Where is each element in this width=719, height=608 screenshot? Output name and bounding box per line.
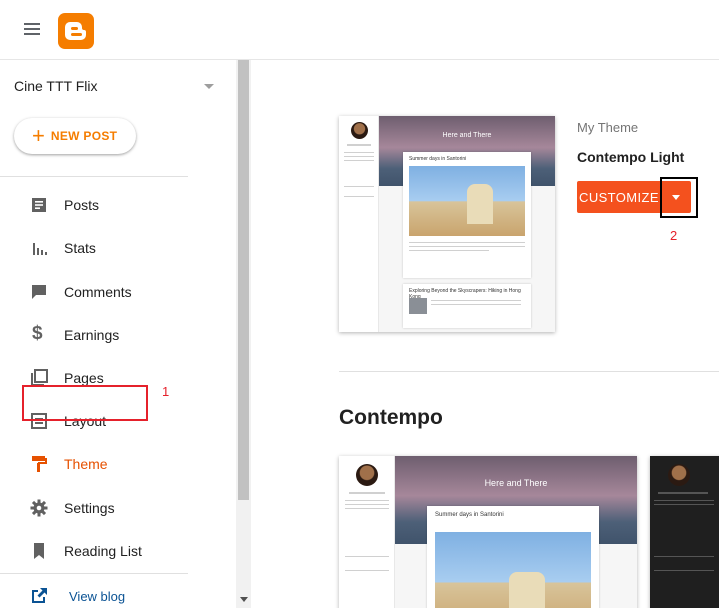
annotation-step-2: 2 [670,228,678,243]
theme-thumbnail-contempo-dark[interactable] [650,456,719,608]
preview-photo [435,532,591,608]
avatar [668,464,690,486]
sidebar-divider [0,176,188,177]
stats-icon [33,243,47,255]
blog-name: Cine TTT Flix [14,78,98,94]
annotation-box-dropdown [660,177,698,218]
preview-sidebar [339,116,379,332]
annotation-box-theme [22,385,148,421]
sidebar-item-stats[interactable]: Stats [0,230,230,266]
preview-post-card: Summer days in Santorini [403,152,531,278]
sidebar-scrollbar[interactable] [236,60,251,608]
external-link-icon [32,588,47,603]
plus-icon: + [32,123,45,148]
blog-selector[interactable]: Cine TTT Flix [14,78,214,98]
caret-down-icon [204,84,214,89]
blogger-logo-icon[interactable] [58,13,94,49]
scrollbar-thumb[interactable] [238,60,249,500]
paint-roller-icon [32,456,47,472]
preview-header-title: Here and There [442,132,492,139]
sidebar-item-label: Theme [64,456,108,472]
sidebar-item-label: Stats [64,240,96,256]
sidebar-divider [0,573,188,574]
posts-icon [32,198,46,212]
view-blog-link[interactable]: View blog [0,578,230,608]
scroll-down-arrow-icon[interactable] [240,597,248,602]
blogger-app: Cine TTT Flix + NEW POST Posts Stats Com… [0,0,719,608]
preview-post-card-2: Exploring Beyond the Skyscrapers: Hiking… [403,284,531,328]
new-post-label: NEW POST [50,129,118,143]
avatar [351,122,368,139]
sidebar-item-theme[interactable]: Theme [0,446,230,482]
customize-button[interactable]: CUSTOMIZE [577,181,661,213]
sidebar: Cine TTT Flix + NEW POST Posts Stats Com… [0,60,236,608]
new-post-button[interactable]: + NEW POST [14,118,136,154]
preview-photo [409,166,525,236]
current-theme-name: Contempo Light [577,149,685,165]
preview-post-title-2: Exploring Beyond the Skyscrapers: Hiking… [409,288,521,300]
preview-sidebar [339,456,395,608]
current-theme-preview[interactable]: Here and There Summer days in Santorini … [339,116,555,332]
sidebar-item-label: Earnings [64,327,120,343]
my-theme-label: My Theme [577,120,639,135]
sidebar-item-label: Settings [64,500,115,516]
dollar-icon: $ [32,323,43,344]
sidebar-item-earnings[interactable]: $ Earnings [0,317,230,353]
hamburger-menu-icon[interactable] [22,19,44,41]
sidebar-item-reading-list[interactable]: Reading List [0,533,230,569]
sidebar-item-comments[interactable]: Comments [0,274,230,310]
section-divider [339,371,719,372]
comments-icon [32,285,46,299]
sidebar-item-label: Reading List [64,543,142,559]
preview-post-card: Summer days in Santorini [427,506,599,608]
preview-header-title: Here and There [484,478,548,488]
avatar [356,464,378,486]
annotation-step-1: 1 [162,384,170,399]
sidebar-item-label: Pages [64,370,104,386]
preview-post-title: Summer days in Santorini [435,512,504,518]
top-bar [0,0,719,60]
view-blog-label: View blog [69,589,126,604]
theme-thumbnail-contempo[interactable]: Here and There Summer days in Santorini [339,456,637,608]
bookmark-icon [34,543,44,559]
section-title: Contempo [339,406,443,429]
sidebar-item-label: Posts [64,197,100,213]
sidebar-item-posts[interactable]: Posts [0,187,230,223]
sidebar-item-settings[interactable]: Settings [0,490,230,526]
preview-post-title: Summer days in Santorini [409,156,467,162]
main-content: Here and There Summer days in Santorini … [252,60,719,608]
sidebar-item-label: Comments [64,284,132,300]
gear-icon [30,499,48,517]
